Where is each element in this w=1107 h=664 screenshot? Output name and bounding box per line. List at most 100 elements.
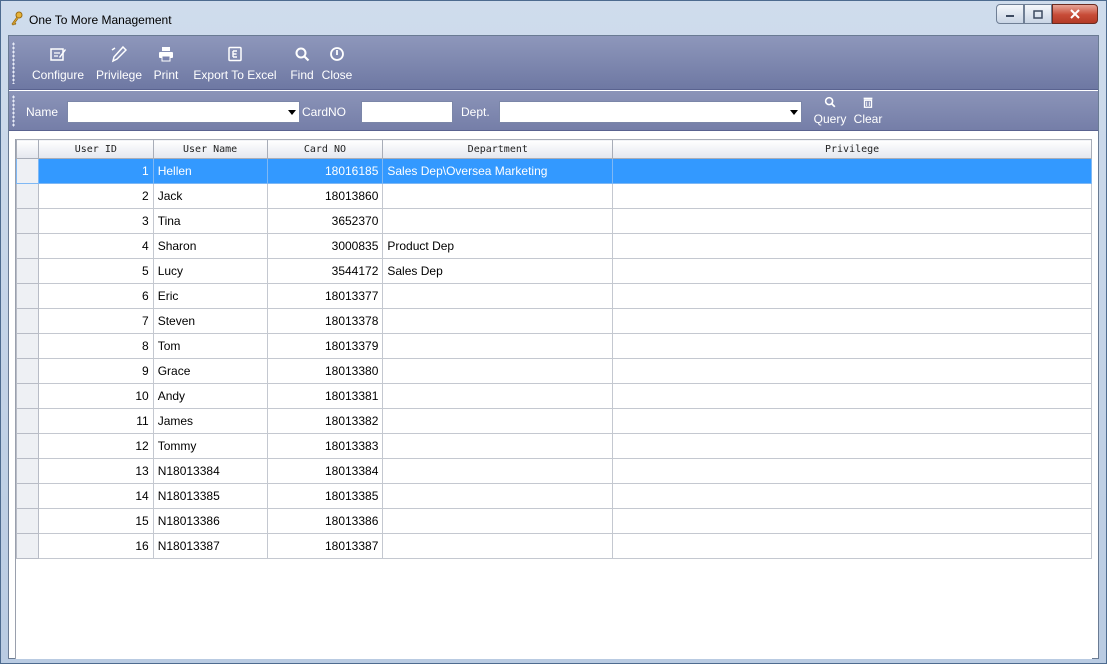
table-row[interactable]: 8 Tom 18013379 bbox=[16, 333, 1092, 359]
user-name-cell[interactable]: N18013385 bbox=[152, 483, 268, 509]
row-header-cell[interactable] bbox=[16, 458, 39, 484]
privilege-cell[interactable] bbox=[612, 183, 1092, 209]
user-id-cell[interactable]: 15 bbox=[37, 508, 154, 534]
user-name-cell[interactable]: N18013386 bbox=[152, 508, 268, 534]
privilege-cell[interactable] bbox=[612, 333, 1092, 359]
card-no-cell[interactable]: 18013379 bbox=[266, 333, 384, 359]
department-cell[interactable] bbox=[382, 533, 614, 559]
user-name-cell[interactable]: James bbox=[152, 408, 268, 434]
user-name-cell[interactable]: Eric bbox=[152, 283, 268, 309]
user-id-cell[interactable]: 8 bbox=[37, 333, 154, 359]
user-name-cell[interactable]: Lucy bbox=[152, 258, 268, 284]
row-header-cell[interactable] bbox=[16, 283, 39, 309]
user-name-cell[interactable]: Andy bbox=[152, 383, 268, 409]
card-no-cell[interactable]: 18013380 bbox=[266, 358, 384, 384]
print-button[interactable]: Print bbox=[149, 42, 183, 86]
user-name-cell[interactable]: Steven bbox=[152, 308, 268, 334]
chevron-down-icon[interactable] bbox=[288, 110, 296, 115]
user-id-cell[interactable]: 12 bbox=[37, 433, 154, 459]
user-name-cell[interactable]: Tom bbox=[152, 333, 268, 359]
department-cell[interactable]: Product Dep bbox=[382, 233, 614, 259]
toolbar-grip[interactable] bbox=[12, 42, 15, 84]
row-header-cell[interactable] bbox=[16, 408, 39, 434]
privilege-cell[interactable] bbox=[612, 508, 1092, 534]
department-cell[interactable] bbox=[382, 208, 614, 234]
card-no-cell[interactable]: 18013387 bbox=[266, 533, 384, 559]
department-cell[interactable] bbox=[382, 383, 614, 409]
user-id-cell[interactable]: 2 bbox=[37, 183, 154, 209]
privilege-cell[interactable] bbox=[612, 383, 1092, 409]
department-cell[interactable] bbox=[382, 183, 614, 209]
row-header-cell[interactable] bbox=[16, 433, 39, 459]
column-header-user-id[interactable]: User ID bbox=[37, 139, 154, 159]
card-no-cell[interactable]: 3000835 bbox=[266, 233, 384, 259]
close-button[interactable]: Close bbox=[320, 42, 354, 86]
table-row[interactable]: 10 Andy 18013381 bbox=[16, 383, 1092, 409]
table-row[interactable]: 9 Grace 18013380 bbox=[16, 358, 1092, 384]
table-row[interactable]: 11 James 18013382 bbox=[16, 408, 1092, 434]
user-name-cell[interactable]: Hellen bbox=[152, 158, 268, 184]
column-header-user-name[interactable]: User Name bbox=[152, 139, 268, 159]
user-name-cell[interactable]: Sharon bbox=[152, 233, 268, 259]
maximize-button[interactable] bbox=[1024, 4, 1052, 24]
user-id-cell[interactable]: 5 bbox=[37, 258, 154, 284]
row-header-cell[interactable] bbox=[16, 258, 39, 284]
privilege-cell[interactable] bbox=[612, 358, 1092, 384]
row-header-cell[interactable] bbox=[16, 233, 39, 259]
user-name-cell[interactable]: N18013387 bbox=[152, 533, 268, 559]
table-row[interactable]: 4 Sharon 3000835 Product Dep bbox=[16, 233, 1092, 259]
user-id-cell[interactable]: 3 bbox=[37, 208, 154, 234]
privilege-cell[interactable] bbox=[612, 308, 1092, 334]
privilege-cell[interactable] bbox=[612, 258, 1092, 284]
close-window-button[interactable] bbox=[1052, 4, 1098, 24]
department-cell[interactable] bbox=[382, 333, 614, 359]
card-no-cell[interactable]: 18013385 bbox=[266, 483, 384, 509]
department-cell[interactable]: Sales Dep\Oversea Marketing bbox=[382, 158, 614, 184]
user-id-cell[interactable]: 4 bbox=[37, 233, 154, 259]
user-name-cell[interactable]: Tina bbox=[152, 208, 268, 234]
department-cell[interactable] bbox=[382, 508, 614, 534]
user-id-cell[interactable]: 9 bbox=[37, 358, 154, 384]
row-header-cell[interactable] bbox=[16, 533, 39, 559]
department-cell[interactable] bbox=[382, 408, 614, 434]
user-id-cell[interactable]: 10 bbox=[37, 383, 154, 409]
department-cell[interactable] bbox=[382, 458, 614, 484]
table-row[interactable]: 2 Jack 18013860 bbox=[16, 183, 1092, 209]
chevron-down-icon[interactable] bbox=[790, 110, 798, 115]
find-button[interactable]: Find bbox=[287, 42, 317, 86]
user-id-cell[interactable]: 1 bbox=[37, 158, 154, 184]
privilege-cell[interactable] bbox=[612, 158, 1092, 184]
title-bar[interactable]: One To More Management bbox=[1, 1, 1106, 35]
user-id-cell[interactable]: 6 bbox=[37, 283, 154, 309]
card-no-cell[interactable]: 18013383 bbox=[266, 433, 384, 459]
filterbar-grip[interactable] bbox=[12, 95, 15, 127]
query-button[interactable]: Query bbox=[812, 94, 848, 126]
table-row[interactable]: 16 N18013387 18013387 bbox=[16, 533, 1092, 559]
card-no-cell[interactable]: 18013382 bbox=[266, 408, 384, 434]
user-id-cell[interactable]: 14 bbox=[37, 483, 154, 509]
table-row[interactable]: 12 Tommy 18013383 bbox=[16, 433, 1092, 459]
table-row[interactable]: 1 Hellen 18016185 Sales Dep\Oversea Marketi… bbox=[16, 158, 1092, 184]
department-cell[interactable] bbox=[382, 358, 614, 384]
column-header-department[interactable]: Department bbox=[382, 139, 614, 159]
row-header-cell[interactable] bbox=[16, 358, 39, 384]
user-name-cell[interactable]: Jack bbox=[152, 183, 268, 209]
row-header-corner[interactable] bbox=[16, 139, 39, 159]
card-no-cell[interactable]: 18013378 bbox=[266, 308, 384, 334]
name-combobox[interactable] bbox=[67, 101, 300, 123]
user-name-cell[interactable]: Tommy bbox=[152, 433, 268, 459]
column-header-card-no[interactable]: Card NO bbox=[266, 139, 384, 159]
privilege-cell[interactable] bbox=[612, 458, 1092, 484]
privilege-cell[interactable] bbox=[612, 483, 1092, 509]
configure-button[interactable]: Configure bbox=[27, 42, 89, 86]
table-row[interactable]: 15 N18013386 18013386 bbox=[16, 508, 1092, 534]
user-id-cell[interactable]: 16 bbox=[37, 533, 154, 559]
privilege-button[interactable]: Privilege bbox=[93, 42, 145, 86]
privilege-cell[interactable] bbox=[612, 233, 1092, 259]
department-cell[interactable] bbox=[382, 483, 614, 509]
department-cell[interactable] bbox=[382, 308, 614, 334]
user-id-cell[interactable]: 13 bbox=[37, 458, 154, 484]
table-row[interactable]: 13 N18013384 18013384 bbox=[16, 458, 1092, 484]
card-no-cell[interactable]: 3652370 bbox=[266, 208, 384, 234]
row-header-cell[interactable] bbox=[16, 333, 39, 359]
